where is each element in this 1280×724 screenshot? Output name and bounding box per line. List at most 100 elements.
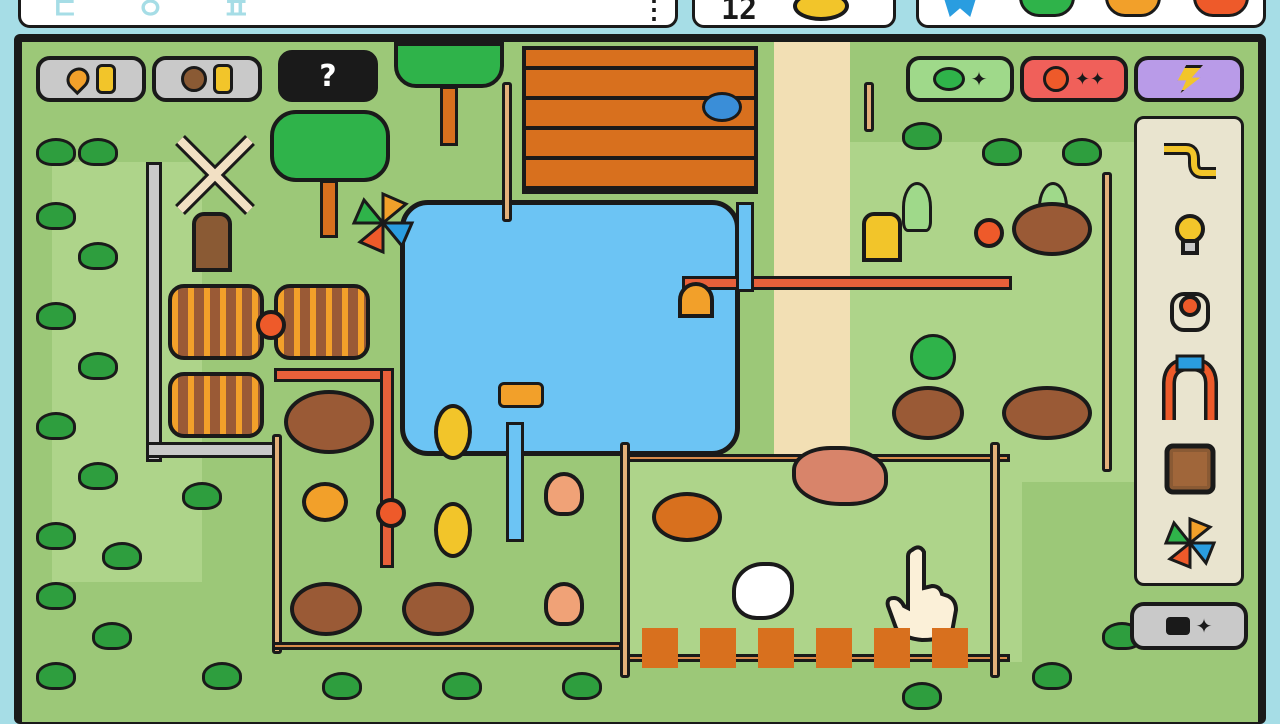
- fence-post: [502, 82, 512, 222]
- windmill-base: [192, 212, 232, 272]
- bush: [36, 138, 76, 166]
- water-drop-icon: [702, 92, 742, 122]
- red-pipe: [380, 368, 394, 568]
- light-bulb-icon: [1175, 214, 1205, 255]
- pipe-s-curve-icon: [1164, 143, 1216, 179]
- valve-knob-icon: [1170, 292, 1210, 332]
- tool-light-bulb[interactable]: [1138, 204, 1242, 266]
- wooden-crate-icon: [1164, 443, 1216, 495]
- bush: [36, 302, 76, 330]
- help-button[interactable]: ?: [278, 50, 378, 102]
- windmill: [172, 132, 258, 218]
- tree-trunk: [320, 180, 338, 238]
- plus-icon: ✦: [970, 67, 988, 91]
- seeds-counter[interactable]: [152, 56, 262, 102]
- corn-crop[interactable]: [434, 404, 472, 460]
- bush: [78, 352, 118, 380]
- gray-pipe: [146, 162, 162, 462]
- pig[interactable]: [792, 446, 888, 506]
- fence-post: [272, 434, 282, 654]
- sprout-pot[interactable]: [290, 582, 362, 636]
- bush: [36, 202, 76, 230]
- lives-counter[interactable]: [36, 56, 146, 102]
- gray-pipe: [146, 442, 276, 458]
- wheat-plot[interactable]: [168, 284, 264, 360]
- red-pipe: [274, 368, 394, 382]
- bush: [322, 672, 362, 700]
- bush: [1032, 662, 1072, 690]
- fence-post: [1102, 172, 1112, 472]
- bush: [202, 662, 242, 690]
- berries-plus-button[interactable]: ✦✦: [1020, 56, 1128, 102]
- power-plus-button[interactable]: ✦: [1130, 602, 1248, 650]
- coin-slot-icon: [96, 64, 116, 94]
- tool-valve[interactable]: [1138, 278, 1242, 340]
- fence-rail: [272, 642, 622, 650]
- ribbon-icon: [943, 0, 977, 17]
- faucet-icon[interactable]: [862, 212, 902, 262]
- badges-pill: [916, 0, 1266, 28]
- pumpkin-crop[interactable]: [302, 482, 348, 522]
- onion-crop[interactable]: [544, 472, 584, 516]
- corn-crop[interactable]: [434, 502, 472, 558]
- bush: [902, 682, 942, 710]
- soil-pot[interactable]: [402, 582, 474, 636]
- wheat-plot[interactable]: [274, 284, 370, 360]
- bush: [78, 242, 118, 270]
- tree: [394, 42, 504, 88]
- bush: [36, 662, 76, 690]
- sprout-plus-button[interactable]: ✦: [906, 56, 1014, 102]
- soil-pot[interactable]: [1012, 202, 1092, 256]
- bush: [102, 542, 142, 570]
- sprout-crop[interactable]: [902, 182, 932, 232]
- orange-gem-icon: [1105, 0, 1161, 17]
- bush: [78, 138, 118, 166]
- valve-icon[interactable]: [376, 498, 406, 528]
- coin-slot-icon: [213, 64, 233, 94]
- bush: [78, 462, 118, 490]
- tool-pinwheel[interactable]: [1138, 512, 1242, 574]
- tilled-soil[interactable]: [1002, 386, 1092, 440]
- dirt-path: [774, 42, 850, 462]
- title-pill: ㄷ ㅇ ㅍ ⋮: [18, 0, 678, 28]
- berries-plus-icon: [1042, 66, 1069, 92]
- chicken[interactable]: [732, 562, 794, 620]
- onion-crop[interactable]: [544, 582, 584, 626]
- hand-pointer-icon: [882, 542, 962, 643]
- tilled-soil[interactable]: [284, 390, 374, 454]
- help-icon: ?: [319, 58, 337, 94]
- tool-pipe-arch[interactable]: [1138, 354, 1242, 420]
- hedgehog-nest[interactable]: [652, 492, 722, 542]
- pipe-arch-icon: [1162, 354, 1218, 420]
- fence-post: [864, 82, 874, 132]
- farm-field: ? ✦ ✦✦ ✦: [22, 42, 1258, 722]
- leafy-sprout: [910, 334, 956, 380]
- faucet-icon[interactable]: [678, 282, 714, 318]
- bush: [182, 482, 222, 510]
- bush: [92, 622, 132, 650]
- valve-icon[interactable]: [256, 310, 286, 340]
- power-plus-icon: [1165, 617, 1190, 635]
- counter-value: 12: [721, 0, 758, 27]
- sprinkler-icon[interactable]: [498, 382, 544, 408]
- bush: [562, 672, 602, 700]
- heart-icon: [61, 62, 95, 96]
- pinwheel[interactable]: [350, 190, 416, 256]
- wheat-plot[interactable]: [168, 372, 264, 438]
- pinwheel-icon: [1163, 516, 1217, 570]
- tool-pipe-curve[interactable]: [1138, 130, 1242, 192]
- bush: [982, 138, 1022, 166]
- lightning-badge-button[interactable]: [1134, 56, 1244, 102]
- bush: [1062, 138, 1102, 166]
- plus-icon: ✦: [1195, 614, 1213, 638]
- fence-post: [990, 442, 1000, 678]
- sprout-pot[interactable]: [892, 386, 964, 440]
- water-pipe: [736, 202, 754, 292]
- valve-icon[interactable]: [974, 218, 1004, 248]
- menu-icon[interactable]: ⋮: [641, 0, 667, 25]
- sprout-plus-icon: [932, 67, 965, 91]
- red-pipe: [682, 276, 1012, 290]
- tool-crate[interactable]: [1138, 438, 1242, 500]
- top-hud: ㄷ ㅇ ㅍ ⋮ 12: [0, 0, 1280, 36]
- bush: [36, 522, 76, 550]
